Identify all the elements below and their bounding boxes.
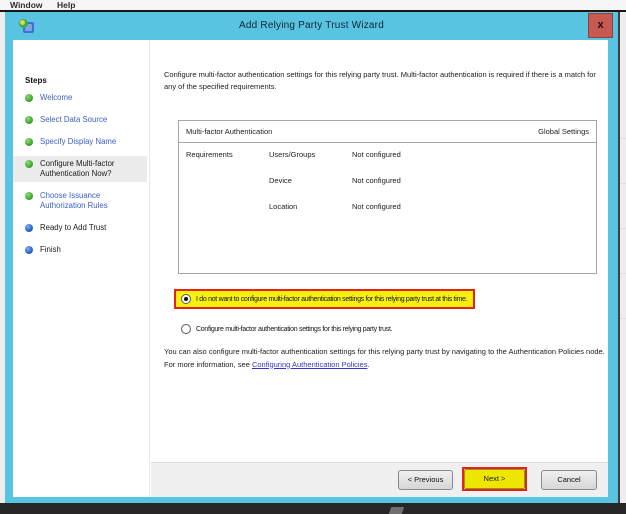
menubar: Window Help bbox=[0, 0, 626, 12]
menu-item-window[interactable]: Window bbox=[10, 0, 43, 10]
close-button[interactable]: x bbox=[588, 13, 613, 38]
step-finish: Finish bbox=[13, 242, 147, 258]
groupbox-header: Multi-factor Authentication Global Setti… bbox=[179, 121, 596, 143]
step-label: Specify Display Name bbox=[40, 137, 116, 146]
requirement-value: Not configured bbox=[352, 202, 401, 211]
radio-configure-mfa-label[interactable]: Configure multi-factor authentication se… bbox=[196, 326, 392, 333]
underlying-window-strip bbox=[620, 12, 626, 503]
radio-skip-mfa[interactable] bbox=[181, 294, 191, 304]
steps-list: Welcome Select Data Source Specify Displ… bbox=[13, 90, 147, 264]
step-pending-icon bbox=[25, 246, 33, 254]
step-ready-to-add-trust: Ready to Add Trust bbox=[13, 220, 147, 236]
global-settings-label: Global Settings bbox=[538, 127, 589, 136]
next-button[interactable]: Next > bbox=[464, 469, 525, 489]
footnote-before: You can also configure multi-factor auth… bbox=[164, 347, 605, 369]
taskbar bbox=[0, 503, 626, 514]
step-done-icon bbox=[25, 116, 33, 124]
radio-skip-mfa-label[interactable]: I do not want to configure multi-factor … bbox=[196, 296, 467, 303]
step-label: Welcome bbox=[40, 93, 72, 102]
cancel-button[interactable]: Cancel bbox=[541, 470, 597, 490]
annotation-highlight-next-button: Next > bbox=[462, 467, 527, 491]
step-done-icon bbox=[25, 94, 33, 102]
requirement-value: Not configured bbox=[352, 150, 401, 159]
close-icon: x bbox=[597, 19, 603, 31]
add-relying-party-trust-wizard-dialog: Add Relying Party Trust Wizard x Steps W… bbox=[5, 12, 618, 503]
groupbox-title: Multi-factor Authentication bbox=[186, 127, 272, 136]
mfa-settings-groupbox: Multi-factor Authentication Global Setti… bbox=[178, 120, 597, 274]
taskbar-logo-fragment bbox=[389, 507, 404, 514]
wizard-icon bbox=[18, 18, 35, 34]
screen: Window Help Add Relying Party Trust Wiza… bbox=[0, 0, 626, 514]
step-select-data-source[interactable]: Select Data Source bbox=[13, 112, 147, 128]
requirement-name: Device bbox=[269, 176, 292, 185]
step-label: Choose Issuance Authorization Rules bbox=[40, 191, 108, 210]
step-done-icon bbox=[25, 160, 33, 168]
requirements-label: Requirements bbox=[186, 150, 233, 159]
step-pending-icon bbox=[25, 224, 33, 232]
dialog-body: Steps Welcome Select Data Source Specify… bbox=[13, 40, 608, 497]
radio-configure-mfa-row: Configure multi-factor authentication se… bbox=[181, 324, 392, 334]
step-done-icon bbox=[25, 192, 33, 200]
radio-configure-mfa[interactable] bbox=[181, 324, 191, 334]
step-specify-display-name[interactable]: Specify Display Name bbox=[13, 134, 147, 150]
configuring-authentication-policies-link[interactable]: Configuring Authentication Policies bbox=[252, 360, 368, 369]
window-title: Add Relying Party Trust Wizard bbox=[5, 12, 618, 40]
step-label: Select Data Source bbox=[40, 115, 107, 124]
step-choose-issuance-authorization-rules[interactable]: Choose Issuance Authorization Rules bbox=[13, 188, 147, 214]
steps-title: Steps bbox=[25, 76, 47, 85]
footnote-after: . bbox=[367, 360, 369, 369]
annotation-highlight-selected-option: I do not want to configure multi-factor … bbox=[174, 289, 475, 309]
wizard-page-content: Configure multi-factor authentication se… bbox=[151, 40, 608, 497]
step-welcome[interactable]: Welcome bbox=[13, 90, 147, 106]
steps-sidebar: Steps Welcome Select Data Source Specify… bbox=[13, 40, 150, 497]
menu-item-help[interactable]: Help bbox=[57, 0, 75, 10]
step-label: Finish bbox=[40, 245, 61, 254]
requirement-name: Users/Groups bbox=[269, 150, 315, 159]
footnote-text: You can also configure multi-factor auth… bbox=[164, 346, 611, 371]
step-label: Configure Multi-factor Authentication No… bbox=[40, 159, 115, 178]
dialog-titlebar[interactable]: Add Relying Party Trust Wizard x bbox=[5, 12, 618, 40]
intro-text: Configure multi-factor authentication se… bbox=[164, 69, 606, 93]
requirement-name: Location bbox=[269, 202, 297, 211]
button-strip: < Previous Next > Cancel bbox=[151, 462, 608, 497]
step-label: Ready to Add Trust bbox=[40, 223, 106, 232]
step-configure-mfa-now: Configure Multi-factor Authentication No… bbox=[13, 156, 147, 182]
requirement-value: Not configured bbox=[352, 176, 401, 185]
previous-button[interactable]: < Previous bbox=[398, 470, 453, 490]
step-done-icon bbox=[25, 138, 33, 146]
